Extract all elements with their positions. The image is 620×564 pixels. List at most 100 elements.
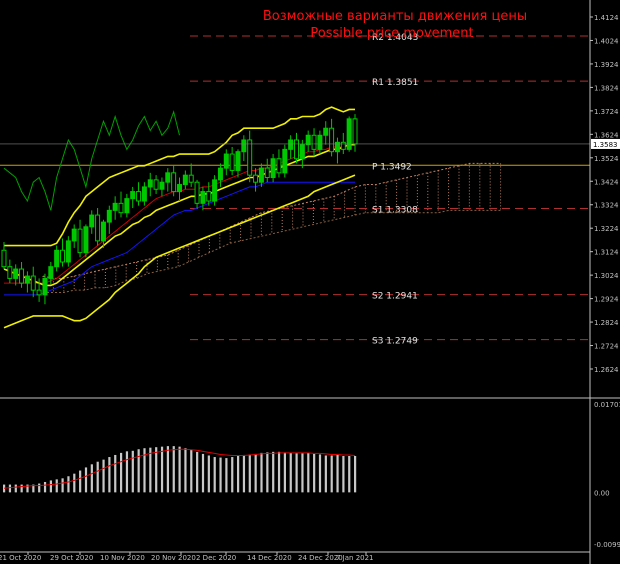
candle-body: [83, 226, 89, 254]
oscillator-bar: [219, 457, 222, 493]
candle-body: [305, 134, 311, 146]
candle-body: [247, 139, 253, 176]
oscillator-bar: [248, 454, 251, 493]
oscillator-bar: [213, 457, 216, 493]
oscillator-bar: [61, 478, 64, 493]
oscillator-bar: [79, 470, 82, 493]
candle-body: [1, 249, 7, 268]
oscillator-bar: [8, 484, 12, 493]
oscillator-bar: [20, 484, 23, 493]
candle-body: [124, 198, 130, 214]
time-tick-label: 10 Nov 2020: [100, 554, 145, 562]
oscillator-bar: [348, 456, 351, 493]
oscillator-bar: [231, 457, 234, 493]
candle-body: [311, 134, 317, 150]
candle-body: [13, 268, 19, 279]
price-tick-label: 1.4024: [594, 37, 619, 45]
oscillator-bar: [289, 452, 292, 493]
price-tick-label: 1.3124: [594, 249, 619, 257]
candle-body: [340, 141, 346, 150]
candle-body: [147, 179, 153, 188]
oscillator-bar: [307, 452, 310, 493]
oscillator-bar: [330, 455, 333, 493]
time-tick-label: 7 Jan 2021: [336, 554, 374, 562]
oscillator-bar: [324, 455, 327, 493]
price-tick-label: 1.3324: [594, 202, 619, 210]
candle-body: [282, 148, 288, 174]
price-tick-label: 1.3924: [594, 61, 619, 69]
oscillator-bar: [172, 446, 175, 493]
candle-body: [89, 214, 95, 228]
candle-body: [100, 221, 106, 242]
oscillator-bar: [201, 453, 205, 493]
oscillator-bar: [49, 480, 52, 493]
oscillator-bar: [207, 455, 210, 493]
level-label-p: P 1.3492: [372, 162, 412, 172]
candle-body: [212, 179, 218, 202]
chart-background: [0, 0, 620, 564]
candle-body: [352, 118, 358, 145]
candle-body: [270, 158, 276, 179]
chart-overlay-title-en: Possible price movement: [310, 26, 473, 41]
trading-chart-window: R2 1.4043 R1 1.3851 P 1.3492 S1 1.3308 S2 1.…: [0, 0, 620, 564]
candle-body: [171, 172, 177, 193]
oscillator-bar: [354, 456, 357, 493]
candle-body: [95, 214, 101, 242]
candle-body: [106, 209, 112, 223]
candle-body: [253, 174, 259, 183]
candle-body: [7, 266, 13, 279]
candle-body: [71, 228, 77, 242]
candle-body: [19, 268, 25, 284]
oscillator-bar: [96, 461, 99, 493]
oscillator-bar: [313, 453, 316, 493]
oscillator-bar: [73, 473, 76, 493]
level-label-s1: S1 1.3308: [372, 205, 418, 215]
oscillator-bar: [120, 452, 123, 493]
oscillator-bar: [125, 451, 129, 493]
price-tick-label: 1.3424: [594, 178, 619, 186]
candle-body: [118, 202, 124, 214]
candle-body: [317, 134, 323, 150]
oscillator-bar: [38, 483, 41, 493]
oscillator-bar: [242, 454, 246, 493]
oscillator-bar: [108, 457, 111, 493]
oscillator-bar: [266, 452, 269, 493]
oscillator-bar: [160, 446, 164, 493]
candle-body: [294, 139, 299, 160]
price-tick-label: 1.3224: [594, 225, 619, 233]
oscillator-tick-label: 0.01701: [594, 401, 620, 409]
candle-body: [217, 167, 223, 181]
candle-body: [24, 275, 30, 284]
oscillator-bar: [14, 484, 17, 493]
oscillator-bar: [137, 449, 140, 493]
price-tick-label: 1.3024: [594, 272, 619, 280]
oscillator-bar: [178, 446, 181, 493]
candle-body: [200, 191, 206, 204]
candle-body: [136, 191, 142, 202]
oscillator-bar: [67, 476, 70, 493]
time-tick-label: 2 Dec 2020: [196, 554, 236, 562]
oscillator-bar: [301, 453, 304, 493]
time-tick-label: 21 Oct 2020: [0, 554, 41, 562]
level-label-s2: S2 1.2941: [372, 292, 418, 302]
oscillator-bar: [90, 464, 93, 493]
candle-body: [241, 139, 247, 153]
oscillator-bar: [295, 453, 298, 493]
chart-overlay-title-ru: Возможные варианты движения цены: [263, 9, 527, 24]
oscillator-bar: [196, 451, 199, 493]
price-tick-label: 1.2624: [594, 366, 619, 374]
price-tick-label: 1.3824: [594, 84, 619, 92]
oscillator-bar: [272, 451, 275, 493]
candle-body: [264, 167, 270, 179]
candle-body: [323, 127, 329, 136]
candle-body: [48, 266, 54, 279]
oscillator-bar: [102, 459, 105, 493]
oscillator-bar: [114, 454, 117, 493]
price-tick-label: 1.3724: [594, 108, 619, 116]
oscillator-bar: [43, 481, 47, 493]
oscillator-bar: [84, 467, 88, 493]
oscillator-bar: [225, 458, 228, 493]
oscillator-tick-label: -0.00994: [594, 541, 620, 549]
time-tick-label: 29 Oct 2020: [50, 554, 93, 562]
oscillator-bar: [342, 456, 345, 493]
